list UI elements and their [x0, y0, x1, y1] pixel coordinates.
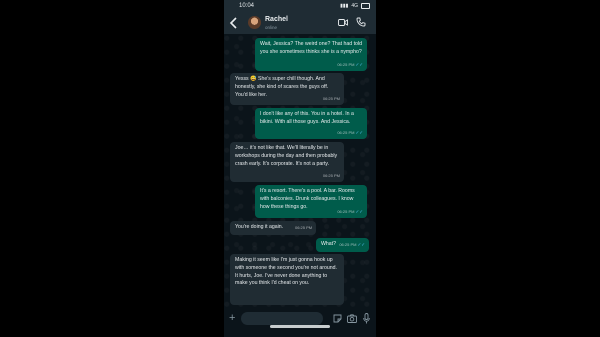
message-time: 06:25 PM	[337, 62, 355, 68]
message-time: 06:25 PM	[337, 130, 355, 136]
message-time: 06:25 PM	[339, 242, 357, 247]
message-time: 06:25 PM	[322, 96, 340, 102]
message-meta: 06:25 PM	[323, 95, 340, 103]
contact-name[interactable]: Rachel	[265, 16, 288, 23]
message-meta: 06:25 PM	[323, 172, 340, 180]
camera-icon[interactable]	[347, 314, 357, 323]
message-bubble-incoming[interactable]: Making it seem like I'm just gonna hook …	[230, 254, 344, 305]
battery-icon	[361, 3, 370, 9]
message-meta: 06:25 PM ✓✓	[337, 61, 363, 69]
chat-header: Rachel online	[224, 12, 376, 34]
video-call-icon[interactable]	[338, 18, 348, 27]
message-bubble-incoming[interactable]: You're doing it again. 06:25 PM	[230, 221, 317, 235]
message-meta: 06:25 PM ✓✓	[337, 208, 363, 216]
status-bar: 10:04 ▮▮▮ 4G	[224, 0, 376, 12]
message-text: What?	[321, 241, 336, 247]
status-time: 10:04	[239, 3, 255, 9]
phone-icon[interactable]	[356, 17, 366, 27]
message-bubble-outgoing[interactable]: I don't like any of this. You in a hotel…	[255, 108, 367, 139]
plus-icon[interactable]: +	[229, 313, 235, 324]
message-text: You're doing it again.	[235, 224, 284, 230]
sticker-icon[interactable]	[333, 314, 342, 323]
contact-status: online	[265, 25, 278, 30]
message-text: Joe… it's not like that. We'll literally…	[235, 145, 338, 167]
message-bubble-incoming[interactable]: Yesss 😅 She's super chill though. And ho…	[230, 73, 344, 105]
message-input[interactable]	[241, 312, 323, 325]
message-text: I don't like any of this. You in a hotel…	[260, 111, 354, 125]
message-time: 06:25 PM	[337, 209, 355, 215]
message-meta: 06:25 PM	[295, 224, 312, 232]
chevron-left-icon[interactable]	[228, 16, 240, 30]
read-receipt-icon: ✓✓	[355, 209, 363, 215]
message-meta: 06:25 PM ✓✓	[339, 241, 365, 249]
message-time: 06:25 PM	[294, 225, 313, 230]
phone-screen: 10:04 ▮▮▮ 4G Rachel online Wait, Jessica…	[224, 0, 376, 337]
read-receipt-icon: ✓✓	[355, 130, 363, 136]
message-bubble-outgoing[interactable]: What? 06:25 PM ✓✓	[316, 238, 369, 252]
read-receipt-icon: ✓✓	[355, 62, 363, 68]
message-text: Yesss 😅 She's super chill though. And ho…	[235, 76, 329, 98]
avatar[interactable]	[248, 16, 261, 29]
status-indicators: ▮▮▮ 4G	[340, 3, 370, 9]
home-indicator	[270, 325, 330, 328]
microphone-icon[interactable]	[363, 313, 370, 324]
message-list[interactable]: Wait, Jessica? The weird one? That had t…	[224, 34, 376, 307]
network-label: 4G	[351, 3, 358, 9]
message-bubble-incoming[interactable]: Joe… it's not like that. We'll literally…	[230, 142, 344, 182]
read-receipt-icon: ✓✓	[357, 242, 365, 247]
message-text: Wait, Jessica? The weird one? That had t…	[260, 41, 362, 55]
message-bubble-outgoing[interactable]: Wait, Jessica? The weird one? That had t…	[255, 38, 367, 71]
message-bubble-outgoing[interactable]: It's a resort. There's a pool. A bar. Ro…	[255, 185, 367, 218]
message-text: It's a resort. There's a pool. A bar. Ro…	[260, 188, 355, 210]
message-meta: 06:25 PM ✓✓	[337, 129, 363, 137]
signal-icon: ▮▮▮	[340, 3, 349, 9]
message-time: 06:25 PM	[322, 173, 340, 179]
compose-bar: +	[224, 307, 376, 337]
message-text: Making it seem like I'm just gonna hook …	[235, 257, 337, 287]
